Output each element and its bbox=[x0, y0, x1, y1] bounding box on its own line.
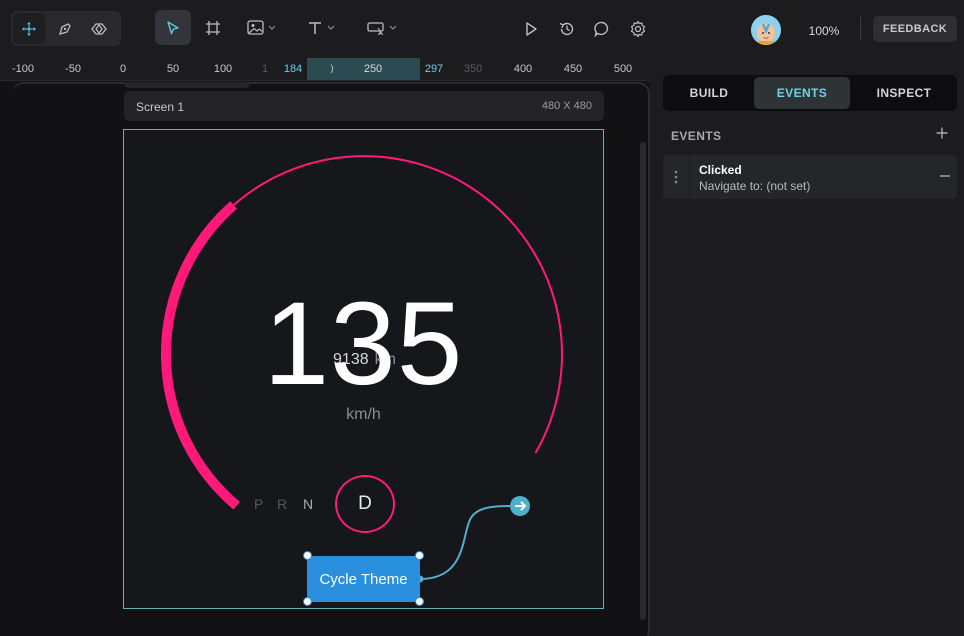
ruler-tick: 350 bbox=[463, 63, 483, 75]
gear-d-active[interactable]: D bbox=[335, 475, 395, 533]
frame-icon bbox=[206, 20, 220, 35]
tab-events[interactable]: EVENTS bbox=[754, 77, 850, 109]
top-toolbar: 100% FEEDBACK bbox=[0, 0, 964, 58]
resize-handle[interactable] bbox=[303, 597, 312, 606]
remove-event-button[interactable] bbox=[938, 169, 952, 183]
chevron-down-icon bbox=[327, 25, 335, 30]
event-trigger: Clicked bbox=[699, 163, 742, 177]
horizontal-ruler: -100 -50 0 50 100 1 184 ) 250 297 350 40… bbox=[0, 58, 650, 81]
frame-tool[interactable] bbox=[200, 10, 226, 45]
gear-r[interactable]: R bbox=[277, 496, 287, 512]
chevron-down-icon bbox=[389, 25, 397, 30]
events-section-title: EVENTS bbox=[671, 129, 722, 143]
select-icon bbox=[167, 20, 179, 34]
event-action: Navigate to: (not set) bbox=[699, 179, 811, 193]
ruler-tick: 100 bbox=[213, 63, 233, 75]
ruler-tick: 50 bbox=[166, 63, 180, 75]
speed-readout: 135 bbox=[263, 278, 464, 410]
cycle-theme-button[interactable]: Cycle Theme bbox=[307, 556, 420, 602]
plus-icon bbox=[936, 127, 948, 139]
ruler-tick: 500 bbox=[613, 63, 633, 75]
ruler-tick: -100 bbox=[11, 63, 35, 75]
component-icon[interactable] bbox=[83, 13, 115, 44]
input-tool[interactable] bbox=[362, 10, 402, 45]
ruler-tick-faint: 1 bbox=[261, 63, 269, 75]
screen-name: Screen 1 bbox=[136, 100, 185, 114]
pen-icon[interactable] bbox=[49, 13, 81, 44]
move-icon[interactable] bbox=[13, 13, 45, 44]
mode-switcher bbox=[11, 11, 121, 46]
chevron-down-icon bbox=[268, 25, 275, 30]
resize-handle[interactable] bbox=[303, 551, 312, 560]
play-icon[interactable] bbox=[518, 16, 544, 42]
minus-icon bbox=[940, 175, 950, 177]
avatar[interactable] bbox=[751, 15, 781, 45]
drag-handle-icon[interactable] bbox=[663, 155, 690, 199]
previous-screen-edge bbox=[124, 82, 250, 88]
gear-n[interactable]: N bbox=[303, 496, 313, 512]
ruler-tick: 250 bbox=[363, 63, 383, 75]
tab-inspect[interactable]: INSPECT bbox=[853, 77, 955, 109]
ruler-tick: 0 bbox=[119, 63, 127, 75]
screen-dimensions: 480 X 480 bbox=[541, 100, 592, 112]
ruler-tick: -50 bbox=[65, 63, 81, 75]
text-icon bbox=[309, 21, 321, 34]
ruler-selection-start: 184 bbox=[283, 63, 303, 75]
history-icon[interactable] bbox=[554, 16, 580, 42]
toolbar-divider bbox=[860, 17, 861, 41]
event-item[interactable]: Clicked Navigate to: (not set) bbox=[663, 155, 957, 199]
connector-wire bbox=[419, 505, 511, 580]
ruler-tick: 450 bbox=[563, 63, 583, 75]
gear-p[interactable]: P bbox=[254, 496, 263, 512]
ruler-selection-end: 297 bbox=[424, 63, 444, 75]
tab-build[interactable]: BUILD bbox=[665, 77, 753, 109]
screen-header[interactable]: Screen 1 480 X 480 bbox=[124, 91, 604, 121]
speed-unit: km/h bbox=[346, 406, 381, 423]
text-tool[interactable] bbox=[302, 10, 340, 45]
resize-handle[interactable] bbox=[415, 597, 424, 606]
ruler-tick-faint: ) bbox=[330, 63, 334, 73]
ruler-tick: 400 bbox=[513, 63, 533, 75]
comment-icon[interactable] bbox=[589, 16, 615, 42]
resize-handle[interactable] bbox=[415, 551, 424, 560]
input-icon bbox=[367, 21, 384, 35]
image-icon bbox=[246, 20, 264, 35]
properties-panel: BUILD EVENTS INSPECT EVENTS Clicked Navi… bbox=[650, 58, 964, 636]
zoom-level[interactable]: 100% bbox=[800, 24, 848, 38]
select-tool[interactable] bbox=[155, 10, 191, 45]
navigate-arrow-icon[interactable] bbox=[510, 496, 530, 516]
panel-tabs: BUILD EVENTS INSPECT bbox=[663, 75, 957, 111]
settings-icon[interactable] bbox=[625, 16, 651, 42]
feedback-button[interactable]: FEEDBACK bbox=[873, 16, 957, 42]
image-tool[interactable] bbox=[242, 10, 280, 45]
add-event-button[interactable] bbox=[933, 124, 951, 142]
canvas-scrollbar[interactable] bbox=[640, 142, 646, 620]
